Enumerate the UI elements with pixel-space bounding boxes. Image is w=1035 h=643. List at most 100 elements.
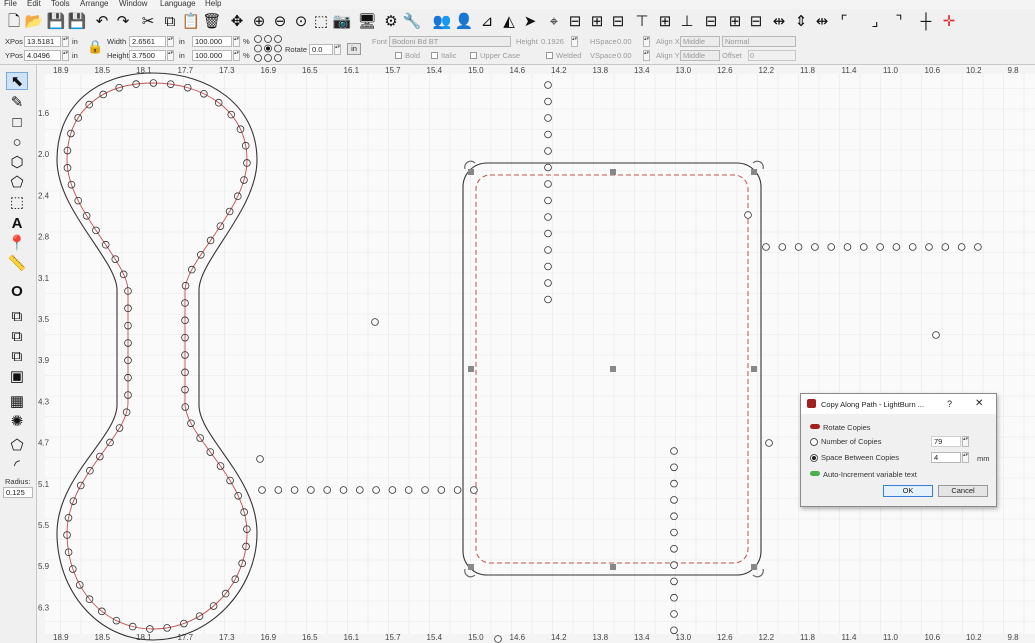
number-of-copies-field[interactable]: 79 xyxy=(931,436,961,447)
monitor-icon[interactable]: 🖥 xyxy=(357,12,376,30)
boolean-union-icon[interactable]: ⧉ xyxy=(6,327,28,345)
user-icon[interactable]: 👤 xyxy=(455,12,474,30)
text-mode-select[interactable]: Normal xyxy=(722,36,796,47)
distribute-h-icon[interactable]: ⊟ xyxy=(702,12,720,30)
red-cross-icon[interactable]: ✛ xyxy=(940,12,958,30)
help-icon[interactable]: ? xyxy=(947,399,952,409)
center-cross-icon[interactable]: ┼ xyxy=(917,12,935,30)
width-spinner[interactable]: ▴▾ xyxy=(167,36,174,47)
xpos-spinner[interactable]: ▴▾ xyxy=(62,36,69,47)
menu-file[interactable]: File xyxy=(4,0,17,8)
pentagon-icon[interactable]: ⬠ xyxy=(6,173,28,191)
scale-width-spinner[interactable]: ▴▾ xyxy=(233,36,240,47)
align-y-select[interactable]: Middle xyxy=(680,50,720,61)
align-right-icon[interactable]: ⊟ xyxy=(609,12,627,30)
space-v-icon[interactable]: ⇕ xyxy=(792,12,810,30)
height-spinner[interactable]: ▴▾ xyxy=(167,50,174,61)
ypos-spinner[interactable]: ▴▾ xyxy=(62,50,69,61)
ypos-field[interactable]: 4.0496 xyxy=(24,50,61,61)
menu-arrange[interactable]: Arrange xyxy=(80,0,108,8)
corner-tool-icon[interactable]: ◜ xyxy=(6,456,28,474)
width-field[interactable]: 2.6561 xyxy=(129,36,166,47)
hspace-spinner[interactable]: ▴▾ xyxy=(643,36,650,47)
save-icon[interactable]: 💾 xyxy=(47,12,66,30)
weld-icon[interactable]: ⧉ xyxy=(6,307,28,325)
ok-button[interactable]: OK xyxy=(883,485,933,497)
send-job-icon[interactable]: ➤ xyxy=(521,12,539,30)
number-of-copies-radio[interactable] xyxy=(810,438,818,446)
position-icon[interactable]: 📍 xyxy=(6,234,28,252)
align-top-icon[interactable]: ⊤ xyxy=(633,12,651,30)
text-height-value[interactable]: 0.1926 xyxy=(541,37,564,46)
anchor-grid-icon[interactable] xyxy=(253,34,283,63)
space-a-icon[interactable]: ⇹ xyxy=(813,12,831,30)
corner-tl-icon[interactable]: ⌜ xyxy=(835,12,853,30)
polygon-icon[interactable]: ⬡ xyxy=(6,153,28,171)
frame-icon[interactable]: ⬚ xyxy=(6,193,28,211)
welded-checkbox[interactable] xyxy=(546,52,553,59)
offset-icon[interactable]: O xyxy=(6,282,28,300)
undo-icon[interactable]: ↶ xyxy=(93,12,111,30)
boolean-intersect-icon[interactable]: ▣ xyxy=(6,367,28,385)
move-icon[interactable]: ✥ xyxy=(228,12,246,30)
space-between-radio[interactable] xyxy=(810,454,818,462)
zoom-frame-icon[interactable]: ⊙ xyxy=(292,12,310,30)
mirror-v-icon[interactable]: ◭ xyxy=(500,12,518,30)
text-height-spinner[interactable]: ▴▾ xyxy=(571,36,578,47)
new-file-icon[interactable]: 🗋 xyxy=(5,12,23,30)
xpos-field[interactable]: 13.5181 xyxy=(24,36,61,47)
path-tool-icon[interactable]: ⬠ xyxy=(6,436,28,454)
select-tool-icon[interactable]: ⬉ xyxy=(6,72,28,90)
target-icon[interactable]: ⌖ xyxy=(545,12,563,30)
corner-br-icon[interactable]: ⌝ xyxy=(890,12,908,30)
unit-toggle-button[interactable]: in xyxy=(347,43,361,55)
align-center-icon[interactable]: ⊞ xyxy=(588,12,606,30)
zoom-selection-icon[interactable]: ⬚ xyxy=(312,12,330,30)
space-between-field[interactable]: 4 xyxy=(931,452,961,463)
hspace-value[interactable]: 0.00 xyxy=(617,37,632,46)
align-left-icon[interactable]: ⊟ xyxy=(566,12,584,30)
camera-icon[interactable]: 📷 xyxy=(333,12,352,30)
tools-icon[interactable]: 🔧 xyxy=(403,12,422,30)
rotate-field[interactable]: 0.0 xyxy=(309,44,333,55)
uppercase-checkbox[interactable] xyxy=(470,52,477,59)
align-middle-icon[interactable]: ⊞ xyxy=(656,12,674,30)
menu-window[interactable]: Window xyxy=(119,0,147,8)
font-select[interactable]: Bodoni Bd BT xyxy=(389,36,511,47)
save-as-icon[interactable]: 💾 xyxy=(68,12,87,30)
radius-field[interactable]: 0.125 xyxy=(3,487,33,498)
design-canvas[interactable]: 18.9 18.9 18.5 18.5 18.1 18.1 17.7 17.7 17.3 17.3… xyxy=(37,65,1035,643)
close-icon[interactable]: ✕ xyxy=(975,398,983,409)
menu-help[interactable]: Help xyxy=(205,0,221,8)
delete-icon[interactable]: 🗑 xyxy=(202,12,221,30)
vspace-value[interactable]: 0.00 xyxy=(617,51,632,60)
align-x-select[interactable]: Middle xyxy=(680,36,720,47)
number-of-copies-spinner[interactable]: ▴▾ xyxy=(962,436,969,447)
open-folder-icon[interactable]: 📂 xyxy=(25,12,44,30)
zoom-in-icon[interactable]: ⊕ xyxy=(250,12,268,30)
space-between-spinner[interactable]: ▴▾ xyxy=(962,452,969,463)
settings-icon[interactable]: ⚙ xyxy=(382,12,400,30)
italic-checkbox[interactable] xyxy=(431,52,438,59)
circular-array-icon[interactable]: ✺ xyxy=(6,412,28,430)
rotate-copies-toggle[interactable] xyxy=(810,424,820,429)
text-tool-icon[interactable]: A xyxy=(6,214,28,232)
menu-tools[interactable]: Tools xyxy=(51,0,70,8)
rectangle-icon[interactable]: □ xyxy=(6,113,28,131)
zoom-out-icon[interactable]: ⊖ xyxy=(271,12,289,30)
boolean-subtract-icon[interactable]: ⧉ xyxy=(6,347,28,365)
menu-language[interactable]: Language xyxy=(160,0,196,8)
measure-icon[interactable]: 📏 xyxy=(6,254,28,272)
scale-height-spinner[interactable]: ▴▾ xyxy=(233,50,240,61)
auto-increment-toggle[interactable] xyxy=(810,471,820,476)
edit-nodes-icon[interactable]: ✎ xyxy=(6,93,28,111)
group-icon[interactable]: 👥 xyxy=(433,12,452,30)
height-field[interactable]: 3.7500 xyxy=(129,50,166,61)
distribute-v-icon[interactable]: ⊞ xyxy=(726,12,744,30)
lock-icon[interactable]: 🔒 xyxy=(87,39,103,55)
cancel-button[interactable]: Cancel xyxy=(938,485,988,497)
array-grid-icon[interactable]: ▦ xyxy=(6,392,28,410)
align-bottom-icon[interactable]: ⊥ xyxy=(678,12,696,30)
cut-icon[interactable]: ✂ xyxy=(139,12,157,30)
paste-icon[interactable]: 📋 xyxy=(182,12,201,30)
